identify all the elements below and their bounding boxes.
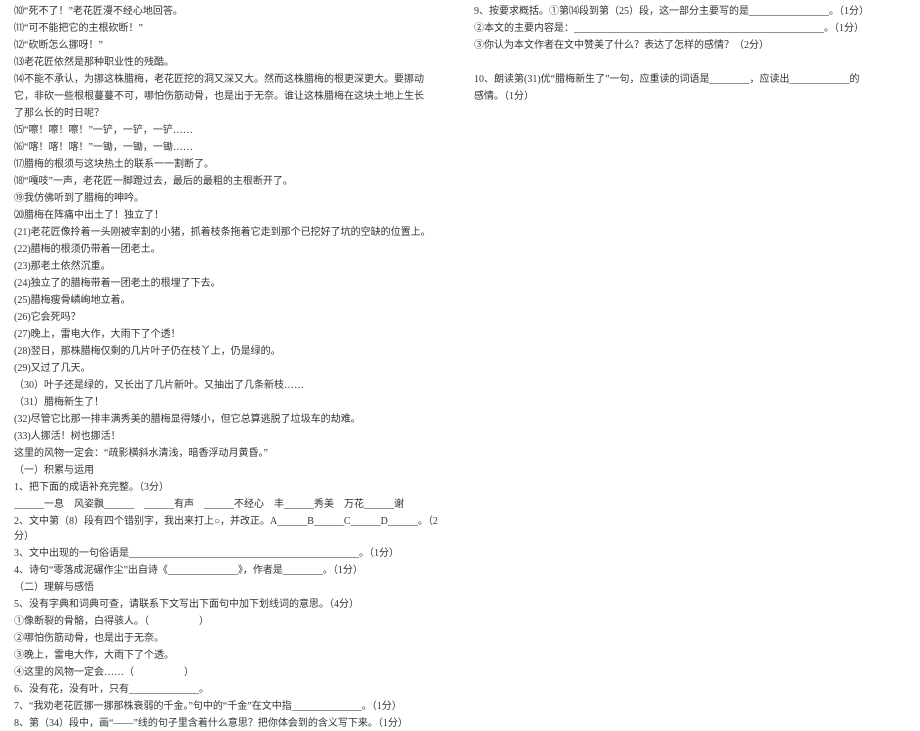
section-1-heading: （一）积累与运用 <box>14 463 446 478</box>
question-2: 2、文中第（8）段有四个错别字，我出来打上○，并改正。A______B_____… <box>14 514 446 544</box>
para-24: (24)独立了的腊梅带着一团老土的根埋了下去。 <box>14 276 446 291</box>
question-9-b: ②本文的主要内容是：______________________________… <box>474 21 906 36</box>
para-19: ⑲我仿佛听到了腊梅的呻吟。 <box>14 191 446 206</box>
para-14-a: ⒁不能不承认，为挪这株腊梅，老花匠挖的洞又深又大。然而这株腊梅的根更深更大。要挪… <box>14 72 446 87</box>
para-10: ⑽“死不了！”老花匠漫不经心地回答。 <box>14 4 446 19</box>
question-8: 8、第（34）段中，画“——”线的句子里含着什么意思？把你体会到的含义写下来。（… <box>14 716 446 731</box>
question-6: 6、没有花，没有叶，只有______________。 <box>14 682 446 697</box>
para-25: (25)腊梅瘦骨嶙峋地立着。 <box>14 293 446 308</box>
para-12: ⑿“砍断怎么挪呀！” <box>14 38 446 53</box>
question-3: 3、文中出现的一句俗语是____________________________… <box>14 546 446 561</box>
para-21: (21)老花匠像拎着一头刚被宰割的小猪，抓着枝条拖着它走到那个已挖好了坑的空缺的… <box>14 225 446 240</box>
para-30: （30）叶子还是绿的，又长出了几片新叶。又抽出了几条新枝…… <box>14 378 446 393</box>
para-14-c: 了那么长的时日呢？ <box>14 106 446 121</box>
para-23: (23)那老土依然沉重。 <box>14 259 446 274</box>
question-4: 4、诗句“零落成泥碾作尘”出自诗《______________》，作者是____… <box>14 563 446 578</box>
question-5-b: ②哪怕伤筋动骨，也是出于无奈。 <box>14 631 446 646</box>
question-10-b: 感情。（1分） <box>474 89 906 104</box>
para-32: (32)尽管它比那一排丰满秀美的腊梅显得矮小，但它总算逃脱了垃圾车的劫难。 <box>14 412 446 427</box>
section-2-heading: （二）理解与感悟 <box>14 580 446 595</box>
para-28: (28)翌日，那株腊梅仅剩的几片叶子仍在枝丫上，仍是绿的。 <box>14 344 446 359</box>
para-15: ⒂“嚓！嚓！嚓！”一铲，一铲，一铲…… <box>14 123 446 138</box>
question-7: 7、“我劝老花匠挪一挪那株衰弱的千金。”句中的“千金”在文中指_________… <box>14 699 446 714</box>
question-9-a: 9、按要求概括。①第⒁段到第（25）段，这一部分主要写的是___________… <box>474 4 906 19</box>
para-11: ⑾“可不能把它的主根砍断！” <box>14 21 446 36</box>
question-5-d: ④这里的风物一定会……（ ） <box>14 665 446 680</box>
para-14-b: 它，非砍一些根根蔓蔓不可，哪怕伤筋动骨，也是出于无奈。谁让这株腊梅在这块土地上生… <box>14 89 446 104</box>
para-17: ⒄腊梅的根须与这块热土的联系一一割断了。 <box>14 157 446 172</box>
para-33: (33)人挪活！树也挪活！ <box>14 429 446 444</box>
para-31: （31）腊梅新生了！ <box>14 395 446 410</box>
question-1-b: ______一息 风姿飘______ ______有声 ______不经心 丰_… <box>14 497 446 512</box>
question-10-a: 10、朗读第(31)优“腊梅新生了”一句，应重读的词语是________，应读出… <box>474 72 906 87</box>
para-18: ⒅“嘎吱”一声，老花匠一脚蹬过去，最后的最粗的主根断开了。 <box>14 174 446 189</box>
question-9-c: ③你认为本文作者在文中赞美了什么？表达了怎样的感情？（2分） <box>474 38 906 53</box>
blank-line <box>474 55 906 70</box>
para-27: (27)晚上，雷电大作，大雨下了个透！ <box>14 327 446 342</box>
para-13: ⒀老花匠依然是那种职业性的残酷。 <box>14 55 446 70</box>
question-1-a: 1、把下面的成语补充完整。（3分） <box>14 480 446 495</box>
para-29: (29)又过了几天。 <box>14 361 446 376</box>
para-34-b: 这里的风物一定会：“疏影横斜水清浅，暗香浮动月黄昏。” <box>14 446 446 461</box>
para-26: (26)它会死吗？ <box>14 310 446 325</box>
question-5-c: ③晚上，雷电大作，大雨下了个透。 <box>14 648 446 663</box>
para-16: ⒃“喀！喀！喀！”一锄，一锄，一锄…… <box>14 140 446 155</box>
question-5: 5、没有字典和词典可查，请联系下文写出下面句中加下划线词的意思。（4分） <box>14 597 446 612</box>
para-22: (22)腊梅的根须仍带着一团老土。 <box>14 242 446 257</box>
para-20: ⒇腊梅在阵痛中出土了！独立了！ <box>14 208 446 223</box>
question-5-a: ①像断裂的骨骼，白得骇人。（ ） <box>14 614 446 629</box>
